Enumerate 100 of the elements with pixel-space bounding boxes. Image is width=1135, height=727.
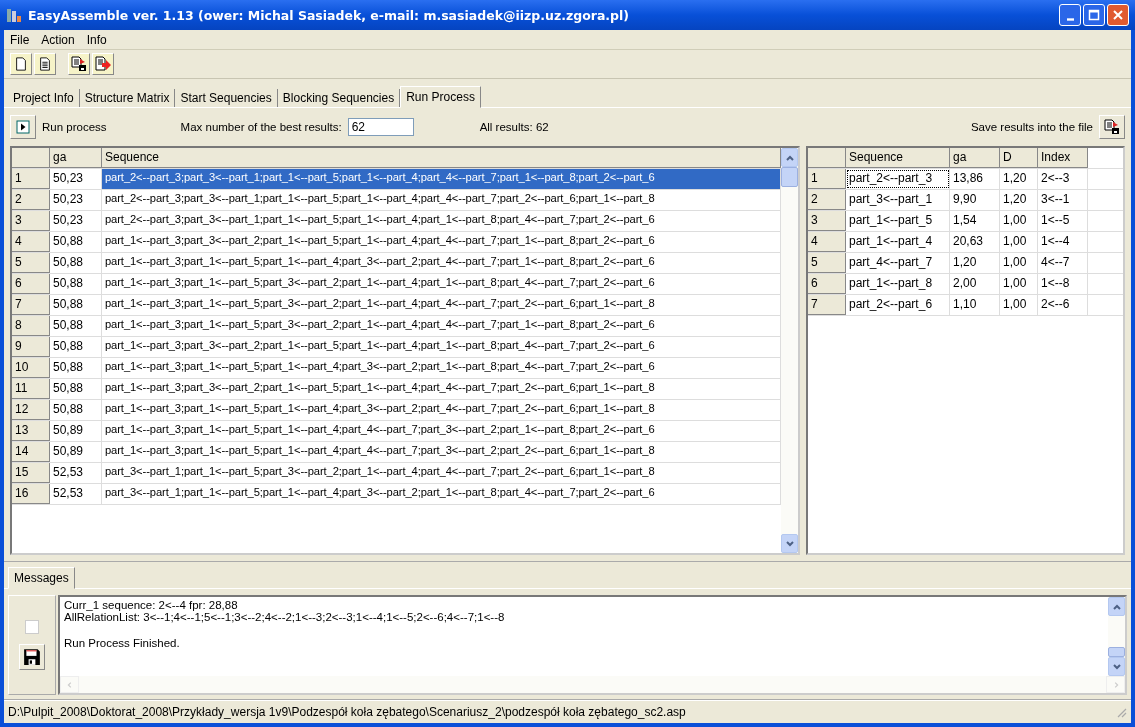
new-file-button[interactable] [10,53,32,75]
result-row[interactable]: 10 50,88 part_1<--part_3;part_1<--part_5;part_1<--part_4;part_3<--part_2;part_1<--part_8;part_4<--part_7;part_2<--part_6 [12,358,781,379]
row-number: 5 [12,253,50,273]
column-header[interactable]: Index [1038,148,1088,168]
column-header[interactable]: D [1000,148,1038,168]
column-header[interactable]: Sequence [102,148,781,168]
table-cell: 50,88 [50,379,102,399]
result-row[interactable]: 3 50,23 part_2<--part_3;part_3<--part_1;part_1<--part_5;part_1<--part_4;part_1<--part_8;part_4<--part_7;part_2<--part_6 [12,211,781,232]
row-number: 3 [808,211,846,231]
window-title: EasyAssemble ver. 1.13 (ower: Michal Sasiadek, e-mail: m.sasiadek@iizp.uz.zgora.pl) [28,7,630,23]
scroll-down-button[interactable] [1108,657,1125,676]
save-results-button[interactable] [1099,115,1125,139]
table-cell: 1<--4 [1038,232,1088,252]
blank-page-icon [14,57,28,71]
scroll-thumb[interactable] [1108,647,1125,657]
message-line: Run Process Finished. [64,637,181,649]
result-row[interactable]: 16 52,53 part_3<--part_1;part_1<--part_5;part_1<--part_4;part_3<--part_2;part_1<--part_8;part_4<--part_7;part_2<--part_6 [12,484,781,505]
column-header[interactable]: Sequence [846,148,950,168]
row-number: 6 [808,274,846,294]
message-line: Curr_1 sequence: 2<--4 fpr: 28,88 [64,599,239,611]
scroll-thumb[interactable] [781,167,798,187]
table-cell: 9,90 [950,190,1000,210]
menu-item[interactable]: Info [86,32,107,47]
table-cell: 1,54 [950,211,1000,231]
scroll-up-button[interactable] [1108,597,1125,616]
checkbox[interactable] [25,620,39,634]
row-number: 7 [12,295,50,315]
messages-box[interactable]: Curr_1 sequence: 2<--4 fpr: 28,88 AllRelationList: 3<--1;4<--1;5<--1;3<--2;4<--2;1<--3;2<--3;1<--4;1<--5;2<--6;4<--7;1<--8 Run Process Finished. [58,595,1127,695]
table-cell: 50,88 [50,337,102,357]
app-icon [6,7,22,23]
table-cell: 50,89 [50,442,102,462]
table-cell: 50,88 [50,274,102,294]
row-number: 13 [12,421,50,441]
tab[interactable]: Run Process [400,86,481,108]
minimize-button[interactable] [1059,4,1081,26]
table-cell[interactable]: part_1<--part_5 [846,211,950,231]
all-results-label: All results: 62 [479,121,549,133]
table-cell: 1,00 [1000,253,1038,273]
row-number: 9 [12,337,50,357]
table-cell: 1,00 [1000,232,1038,252]
export-file-button[interactable] [92,53,114,75]
row-number: 15 [12,463,50,483]
result-row[interactable]: 6 50,88 part_1<--part_3;part_1<--part_5;part_3<--part_2;part_1<--part_4;part_1<--part_8;part_4<--part_7;part_2<--part_6 [12,274,781,295]
row-number: 1 [12,169,50,189]
table-cell: 2<--6 [1038,295,1088,315]
table-cell: 50,88 [50,316,102,336]
table-cell: 1,20 [1000,190,1038,210]
tab[interactable]: Messages [8,567,75,589]
result-row[interactable]: 14 50,89 part_1<--part_3;part_1<--part_5;part_1<--part_4;part_4<--part_7;part_3<--part_2;part_2<--part_6;part_1<--part_8 [12,442,781,463]
result-row[interactable]: 8 50,88 part_1<--part_3;part_1<--part_5;part_3<--part_2;part_1<--part_4;part_4<--part_7;part_1<--part_8;part_2<--part_6 [12,316,781,337]
table-cell: 1,10 [950,295,1000,315]
scroll-down-button[interactable] [781,534,798,553]
table-cell: 50,88 [50,358,102,378]
max-results-field[interactable]: 62 [347,118,414,136]
table-cell: 1<--5 [1038,211,1088,231]
row-number: 2 [12,190,50,210]
result-row[interactable]: 1 50,23 part_2<--part_3;part_3<--part_1;part_1<--part_5;part_1<--part_4;part_4<--part_7;part_1<--part_8;part_2<--part_6 [12,169,781,190]
grid-corner [12,148,50,168]
result-row[interactable]: 4 50,88 part_1<--part_3;part_3<--part_2;part_1<--part_5;part_1<--part_4;part_4<--part_7;part_1<--part_8;part_2<--part_6 [12,232,781,253]
table-cell[interactable]: part_1<--part_4 [846,232,950,252]
column-header[interactable]: ga [950,148,1000,168]
table-cell: part_2<--part_3;part_3<--part_1;part_1<--part_5;part_1<--part_4;part_4<--part_7;part_1<--part_8;part_2<--part_6 [102,169,781,189]
table-cell: 3<--1 [1038,190,1088,210]
minimize-icon [1066,17,1074,21]
row-number: 1 [808,169,846,189]
table-cell[interactable]: part_2<--part_3 [846,169,950,189]
result-row[interactable]: 9 50,88 part_1<--part_3;part_3<--part_2;part_1<--part_5;part_1<--part_4;part_1<--part_8;part_4<--part_7;part_2<--part_6 [12,337,781,358]
table-cell: 1,20 [1000,169,1038,189]
table-cell: 50,23 [50,190,102,210]
result-row[interactable]: 5 50,88 part_1<--part_3;part_1<--part_5;part_1<--part_4;part_3<--part_2;part_4<--part_7;part_1<--part_8;part_2<--part_6 [12,253,781,274]
table-cell[interactable]: part_3<--part_1 [846,190,950,210]
menu-item[interactable]: File [10,32,30,47]
resize-grip-icon[interactable] [1115,706,1127,718]
row-number: 8 [12,316,50,336]
table-cell[interactable]: part_2<--part_6 [846,295,950,315]
scroll-up-button[interactable] [781,148,798,167]
row-number: 16 [12,484,50,504]
save-file-button[interactable] [68,53,90,75]
result-row[interactable]: 7 50,88 part_1<--part_3;part_1<--part_5;part_3<--part_2;part_1<--part_4;part_4<--part_7;part_2<--part_6;part_1<--part_8 [12,295,781,316]
maximize-button[interactable] [1083,4,1105,26]
result-row[interactable]: 12 50,88 part_1<--part_3;part_1<--part_5;part_1<--part_4;part_3<--part_2;part_4<--part_7;part_2<--part_6;part_1<--part_8 [12,400,781,421]
run-button[interactable] [10,115,36,139]
result-row[interactable]: 13 50,89 part_1<--part_3;part_1<--part_5;part_1<--part_4;part_4<--part_7;part_3<--part_2;part_1<--part_8;part_2<--part_6 [12,421,781,442]
result-row[interactable]: 2 50,23 part_2<--part_3;part_3<--part_1;part_1<--part_5;part_1<--part_4;part_4<--part_7;part_2<--part_6;part_1<--part_8 [12,190,781,211]
table-cell: 1,00 [1000,295,1038,315]
scrollbar[interactable] [781,148,798,553]
save-button[interactable] [19,644,45,670]
table-cell[interactable]: part_1<--part_8 [846,274,950,294]
table-cell: 4<--7 [1038,253,1088,273]
result-row[interactable]: 15 52,53 part_3<--part_1;part_1<--part_5;part_3<--part_2;part_1<--part_4;part_4<--part_7;part_2<--part_6;part_1<--part_8 [12,463,781,484]
column-header[interactable]: ga [50,148,102,168]
maximize-icon [1088,9,1100,21]
result-row[interactable]: 11 50,88 part_1<--part_3;part_3<--part_2;part_1<--part_5;part_1<--part_4;part_4<--part_7;part_2<--part_6;part_1<--part_8 [12,379,781,400]
table-cell: 2<--3 [1038,169,1088,189]
table-cell: 2,00 [950,274,1000,294]
table-cell[interactable]: part_4<--part_7 [846,253,950,273]
document-save-icon [1104,119,1120,135]
close-button[interactable] [1107,4,1129,26]
open-file-button[interactable] [34,53,56,75]
menu-item[interactable]: Action [41,32,75,47]
